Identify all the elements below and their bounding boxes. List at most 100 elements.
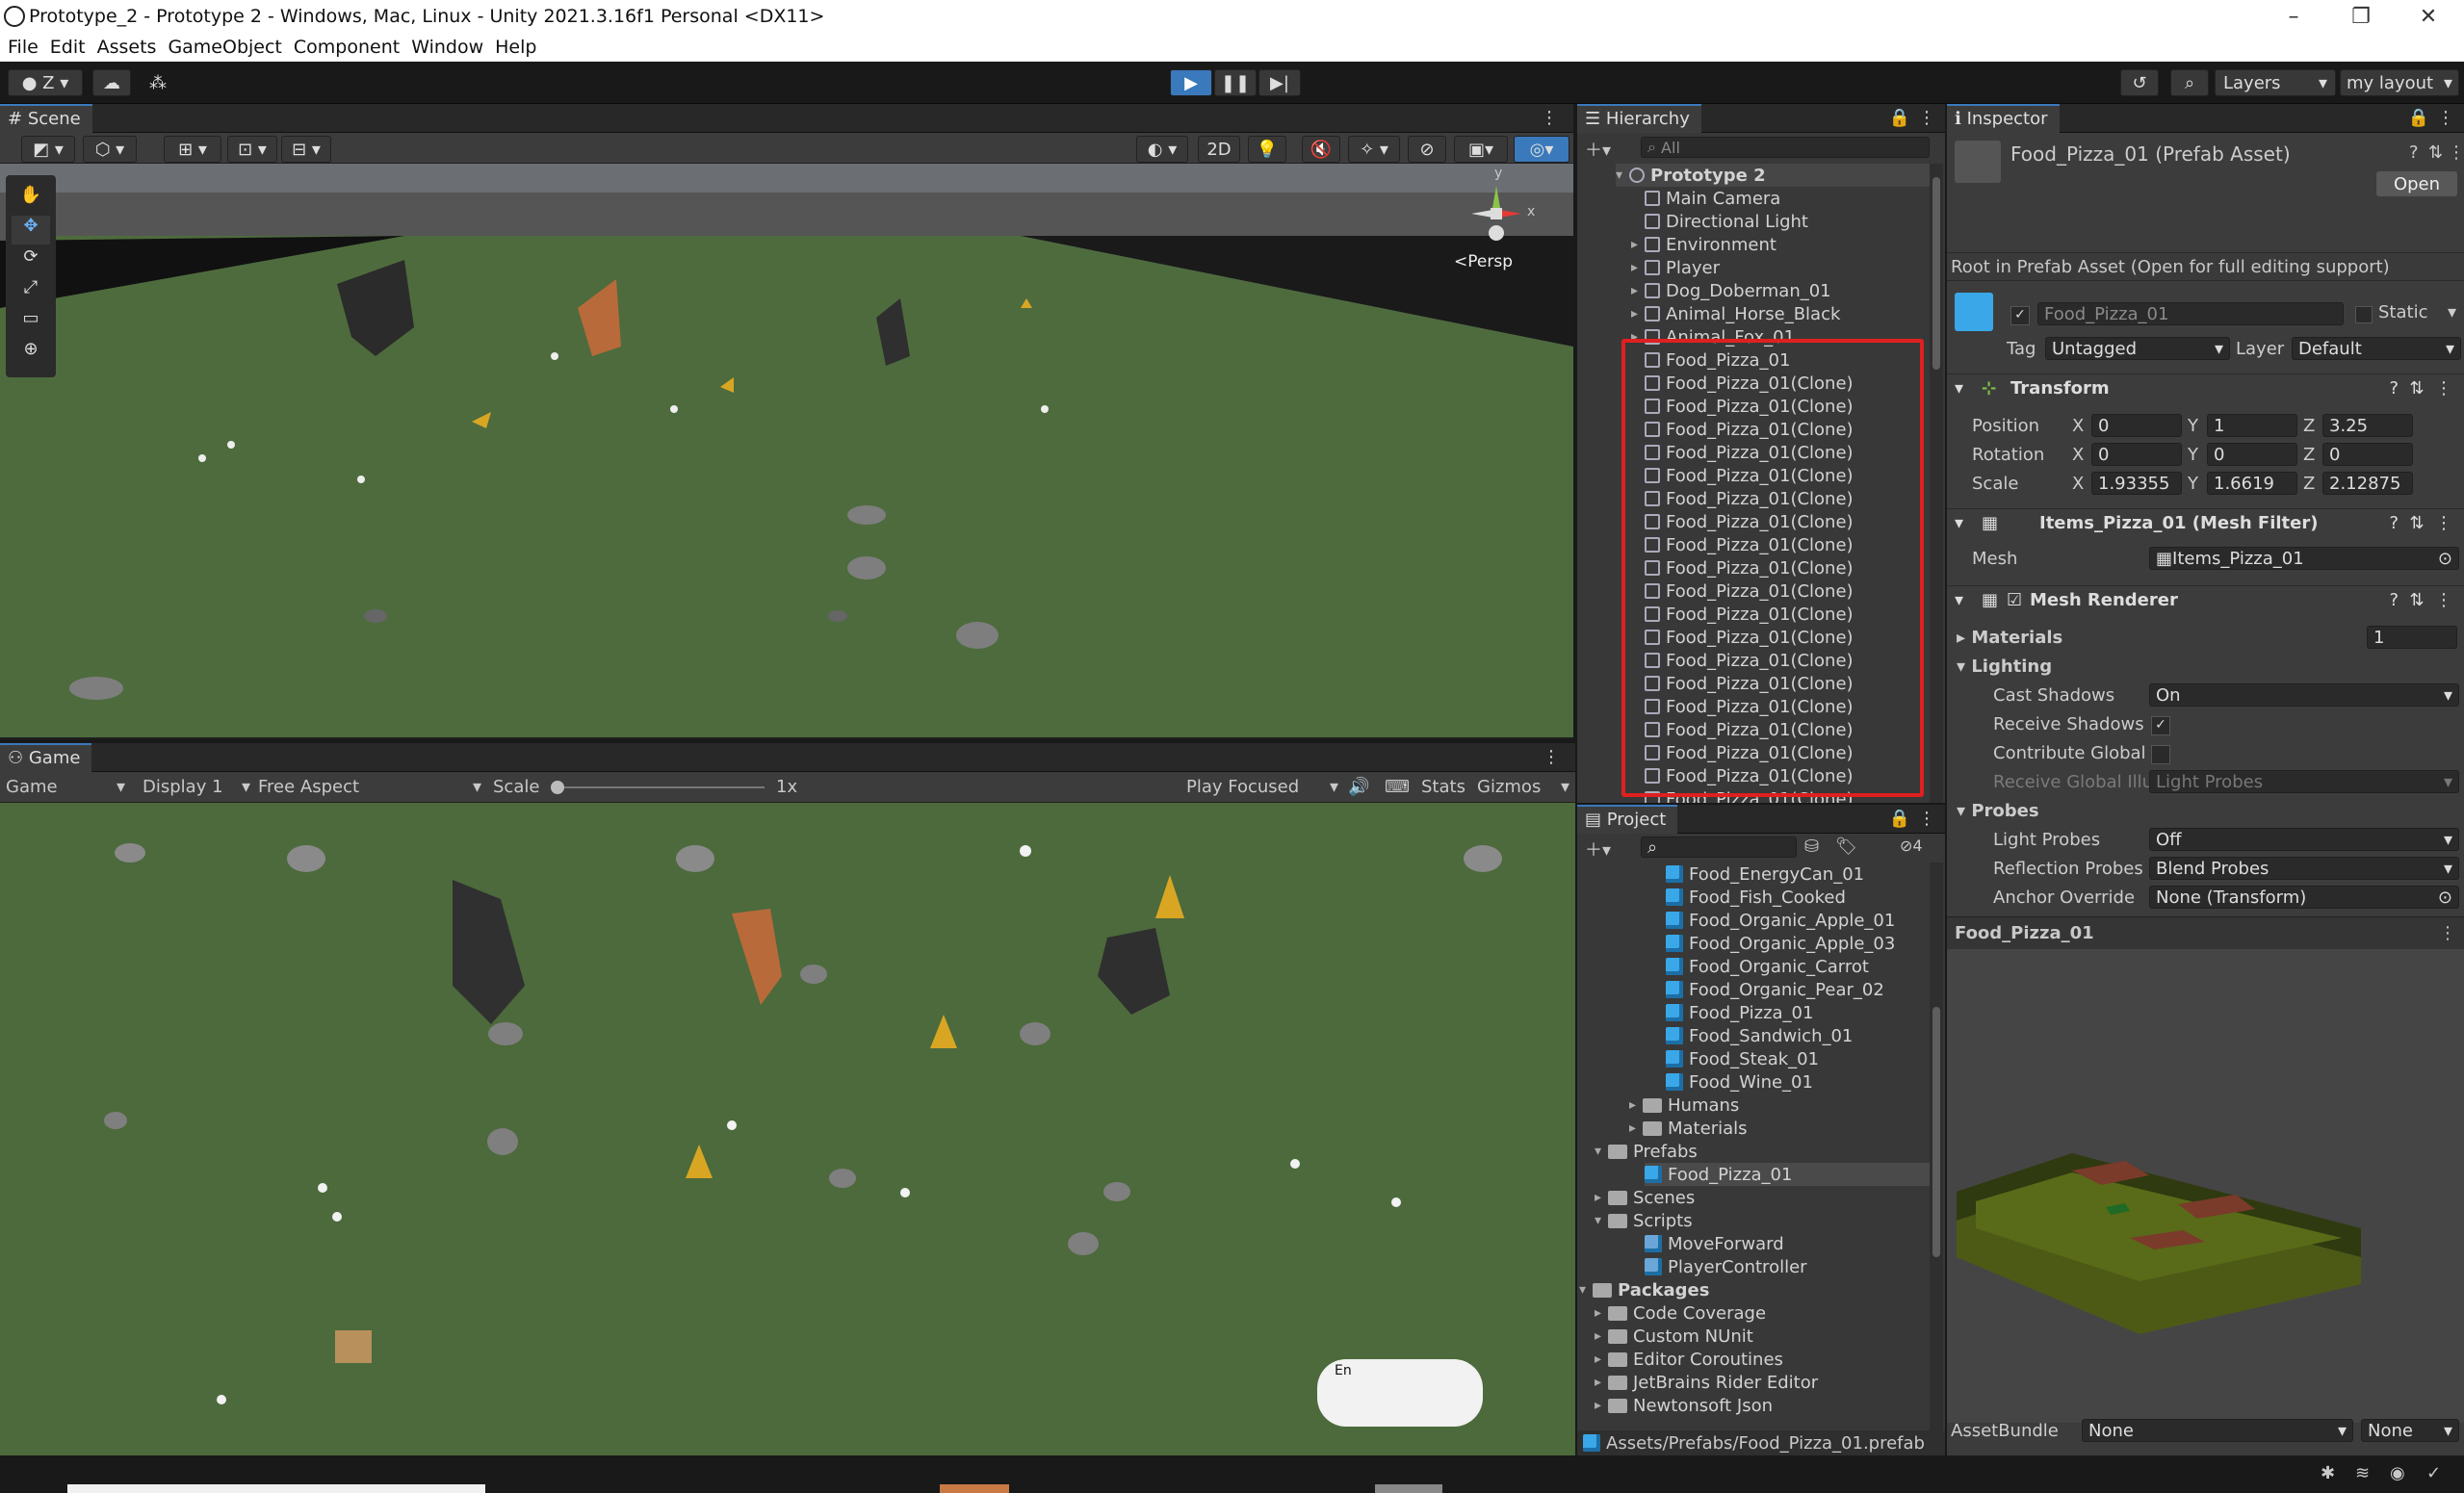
active-checkbox[interactable]: ✓ (2010, 306, 2030, 325)
component-menu-icon[interactable]: ? ⇅ ⋮ (2389, 513, 2452, 533)
search-by-type-icon[interactable]: ⛁ (1804, 837, 1819, 857)
materials-count-field[interactable]: 1 (2367, 626, 2457, 649)
hierarchy-root-scene[interactable]: ▾Prototype 2⋮ (1616, 164, 1930, 187)
mesh-renderer-header[interactable]: ▾ ▦ ☑ Mesh Renderer ? ⇅ ⋮ (1947, 585, 2464, 614)
pos-field-x[interactable]: 0 (2091, 414, 2182, 437)
menu-file[interactable]: File (8, 37, 39, 58)
object-picker-icon[interactable]: ⊙ (2438, 549, 2452, 569)
scene-more-icon[interactable]: ⋮ (1541, 108, 1558, 128)
collab-button[interactable]: ⁂ (141, 69, 175, 96)
rotate-tool-icon[interactable]: ⟳ (12, 246, 50, 275)
transform-header[interactable]: ▾ ⊹ Transform ? ⇅ ⋮ (1947, 373, 2464, 402)
hierarchy-item[interactable]: Main Camera (1631, 187, 1780, 210)
hierarchy-item[interactable]: ▸ Animal_Horse_Black (1631, 302, 1840, 325)
lighting-foldout[interactable]: ▾ Lighting (1957, 656, 2052, 677)
prefab-preview[interactable] (1947, 949, 2464, 1423)
scl-field-z[interactable]: 2.12875 (2322, 472, 2413, 495)
mesh-object-field[interactable]: ▦ Items_Pizza_01 ⊙ (2149, 547, 2459, 570)
menu-window[interactable]: Window (411, 37, 483, 58)
axis-label[interactable]: Y (2188, 445, 2198, 465)
hidden-packages-toggle[interactable]: ⊘4 (1900, 837, 1923, 855)
grid-dropdown[interactable]: ⊞ ▾ (164, 136, 221, 163)
maximize-button[interactable]: ❐ (2327, 0, 2395, 33)
project-more-icon[interactable]: ⋮ (1918, 809, 1935, 829)
auto-generate-icon[interactable]: ✓ (2426, 1463, 2441, 1483)
menu-edit[interactable]: Edit (50, 37, 86, 58)
project-folder-scripts[interactable]: ▾ Scripts (1595, 1209, 1693, 1232)
project-asset-item[interactable]: Food_Wine_01 (1666, 1070, 1813, 1094)
tab-project[interactable]: ▤ Project (1577, 804, 1678, 834)
game-view-dropdown[interactable]: Game ▾ (6, 777, 125, 797)
layers-dropdown[interactable]: Layers ▾ (2215, 69, 2336, 96)
tag-dropdown[interactable]: Untagged ▾ (2045, 337, 2230, 360)
preview-header[interactable]: Food_Pizza_01 ⋮ (1947, 916, 2464, 949)
play-focused-dropdown[interactable]: Play Focused ▾ (1186, 777, 1338, 797)
keyboard-shortcuts-icon[interactable]: ⌨ (1385, 777, 1410, 797)
aspect-dropdown[interactable]: Free Aspect ▾ (258, 777, 481, 797)
tab-hierarchy[interactable]: ☰ Hierarchy (1577, 103, 1701, 133)
cast-shadows-dropdown[interactable]: On ▾ (2149, 683, 2459, 707)
project-asset-item[interactable]: Food_Organic_Pear_02 (1666, 978, 1884, 1001)
scale-slider-handle[interactable] (551, 781, 564, 794)
assetbundle-dropdown[interactable]: None ▾ (2082, 1419, 2353, 1442)
menu-help[interactable]: Help (495, 37, 536, 58)
search-by-label-icon[interactable]: 🏷 (1835, 837, 1857, 857)
static-checkbox[interactable] (2355, 306, 2373, 323)
project-prefab-selected[interactable]: Food_Pizza_01 (1645, 1163, 1930, 1186)
hierarchy-scroll-thumb[interactable] (1932, 177, 1940, 370)
component-menu-icon[interactable]: ? ⇅ ⋮ (2389, 590, 2452, 610)
project-asset-item[interactable]: Food_Organic_Apple_01 (1666, 909, 1895, 932)
display-dropdown[interactable]: Display 1 ▾ (143, 777, 250, 797)
progress-icon[interactable]: ≋ (2355, 1463, 2370, 1483)
project-folder-scenes[interactable]: ▸ Scenes (1595, 1186, 1695, 1209)
project-scrollbar[interactable] (1930, 862, 1943, 1430)
effects-dropdown[interactable]: ✧ ▾ (1348, 136, 1400, 163)
project-script-item[interactable]: MoveForward (1645, 1232, 1784, 1255)
scl-field-x[interactable]: 1.93355 (2091, 472, 2182, 495)
tab-inspector[interactable]: ℹ Inspector (1947, 103, 2060, 133)
hierarchy-item[interactable]: ▸ Environment (1631, 233, 1777, 256)
axis-label[interactable]: Z (2303, 416, 2315, 436)
project-folder-prefabs[interactable]: ▾ Prefabs (1595, 1140, 1698, 1163)
hand-tool-icon[interactable]: ✋ (12, 185, 50, 214)
game-viewport[interactable]: En (0, 803, 1575, 1455)
orientation-gizmo[interactable]: y x <Persp (1444, 166, 1560, 271)
project-asset-item[interactable]: Food_EnergyCan_01 (1666, 862, 1864, 886)
pos-field-y[interactable]: 1 (2207, 414, 2297, 437)
game-more-icon[interactable]: ⋮ (1543, 747, 1560, 767)
project-asset-item[interactable]: Food_Organic_Carrot (1666, 955, 1869, 978)
create-plus-icon[interactable]: ＋▾ (1585, 137, 1611, 162)
hierarchy-item[interactable]: ▸ Player (1631, 256, 1720, 279)
project-search-input[interactable]: ⌕ (1641, 837, 1797, 858)
static-dropdown-icon[interactable]: ▾ (2448, 302, 2456, 322)
move-tool-icon[interactable]: ✥ (12, 216, 50, 245)
project-package-item[interactable]: ▸ Code Coverage (1595, 1301, 1766, 1325)
step-button[interactable]: ▶| (1258, 69, 1301, 96)
scene-viewport[interactable]: ✋ ✥ ⟳ ⤢ ▭ ⊕ y x <Persp (0, 164, 1573, 737)
pause-button[interactable]: ❚❚ (1214, 69, 1257, 96)
cache-server-icon[interactable]: ◉ (2390, 1463, 2405, 1483)
lock-icon[interactable]: 🔒 (1889, 108, 1910, 128)
rot-field-z[interactable]: 0 (2322, 443, 2413, 466)
materials-foldout[interactable]: ▸ Materials (1957, 628, 2062, 648)
lock-icon[interactable]: 🔒 (1889, 809, 1910, 829)
object-name-field[interactable]: Food_Pizza_01 (2037, 302, 2344, 325)
help-icon[interactable]: ? (2409, 142, 2419, 163)
preview-more-icon[interactable]: ⋮ (2439, 923, 2456, 943)
render-mode-dropdown[interactable]: ⬡ ▾ (83, 136, 137, 163)
lock-icon[interactable]: 🔒 (2408, 108, 2429, 128)
reflection-probes-dropdown[interactable]: Blend Probes ▾ (2149, 857, 2459, 880)
stats-button[interactable]: Stats (1421, 777, 1465, 797)
tab-scene[interactable]: # Scene (0, 103, 92, 133)
anchor-override-field[interactable]: None (Transform) ⊙ (2149, 886, 2459, 909)
axis-label[interactable]: X (2072, 474, 2084, 494)
lighting-toggle[interactable]: 💡 (1248, 136, 1286, 163)
project-scroll-thumb[interactable] (1932, 1007, 1940, 1257)
camera-dropdown[interactable]: ▣ ▾ (1454, 136, 1508, 163)
audio-toggle[interactable]: 🔇 (1302, 136, 1340, 163)
history-button[interactable]: ↺ (2120, 69, 2159, 96)
project-asset-item[interactable]: Food_Pizza_01 (1666, 1001, 1813, 1024)
project-folder-packages[interactable]: ▾ Packages (1579, 1278, 1709, 1301)
cloud-button[interactable]: ☁ (92, 69, 131, 96)
project-script-item[interactable]: PlayerController (1645, 1255, 1807, 1278)
